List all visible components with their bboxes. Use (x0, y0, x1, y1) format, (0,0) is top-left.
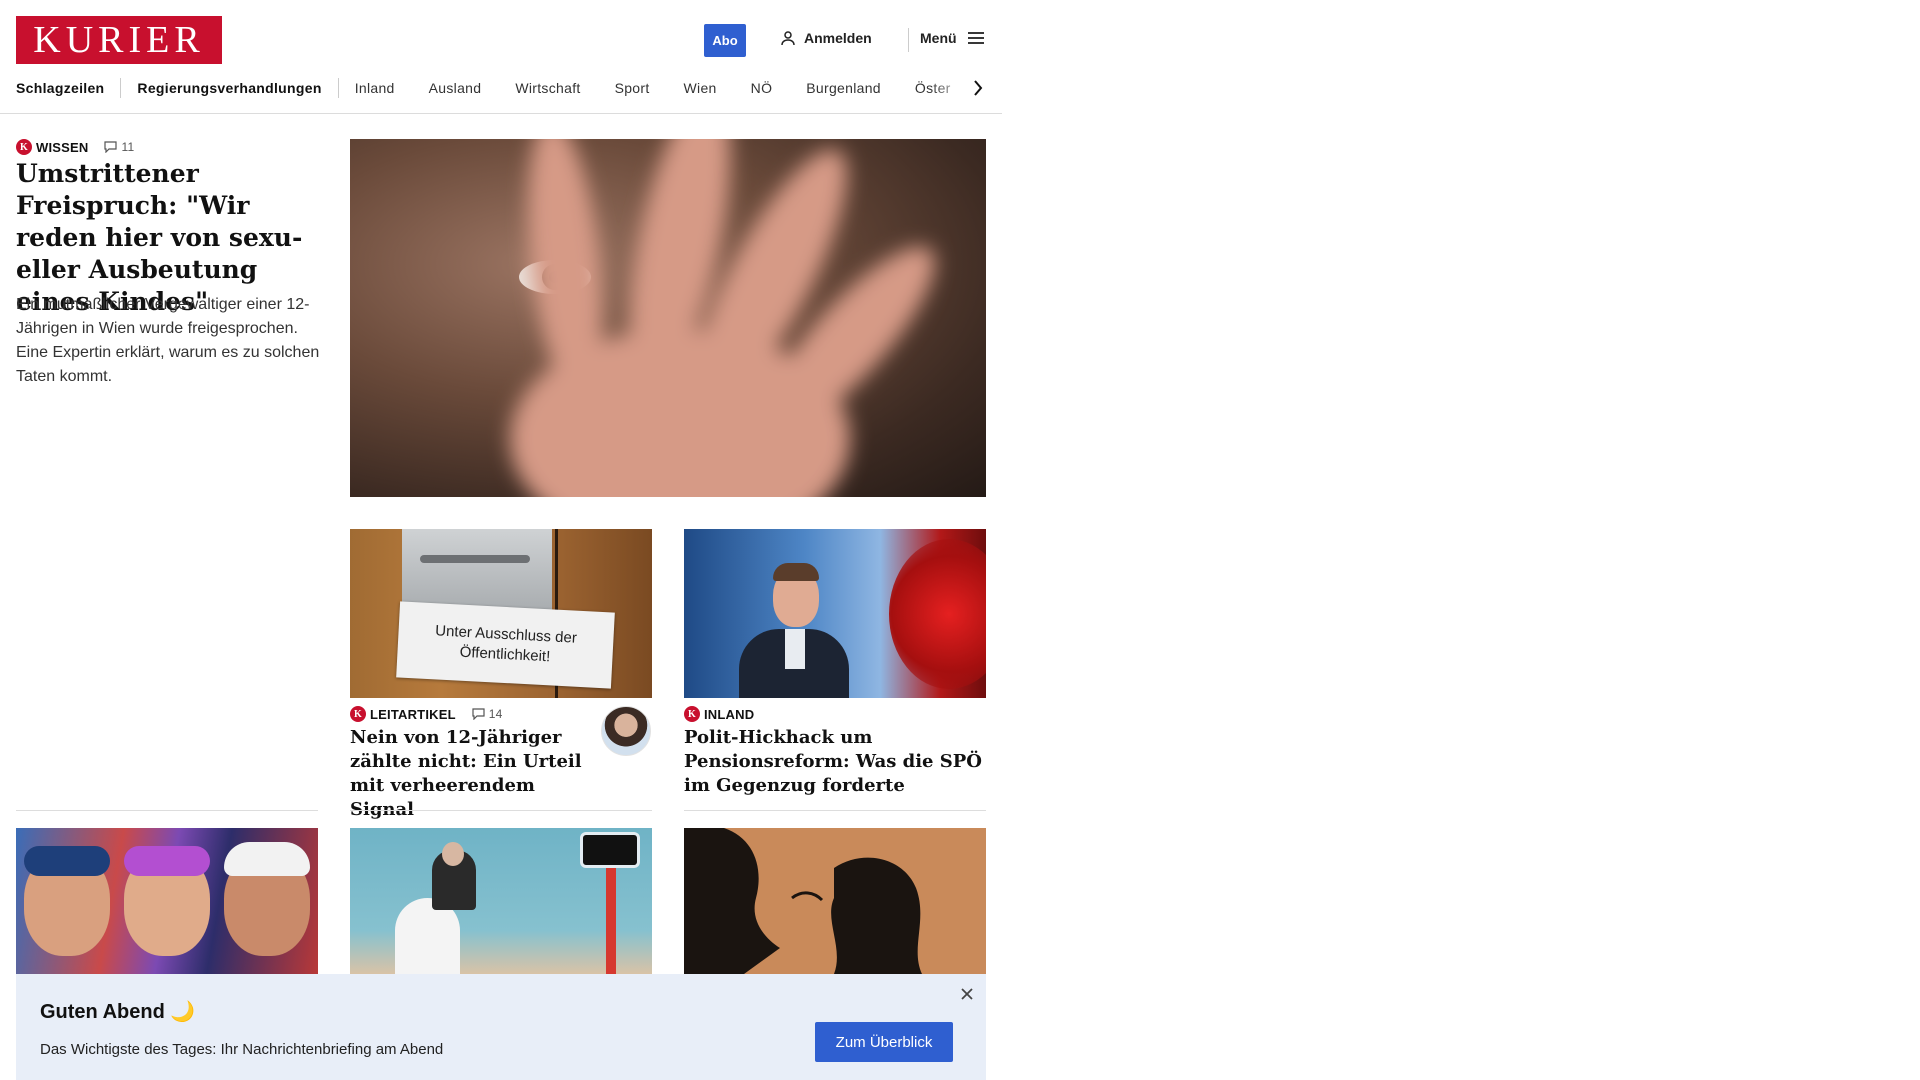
overview-button[interactable]: Zum Überblick (815, 1022, 953, 1062)
site-header: KURIER Abo Anmelden Menü Schlagzeilen Re… (0, 0, 1002, 114)
nav-item-sport[interactable]: Sport (615, 80, 650, 96)
lead-image[interactable] (350, 139, 986, 497)
racer-goggles (124, 846, 210, 876)
menu-label: Menü (920, 30, 957, 46)
nav-item-regierungsverhandlungen[interactable]: Regierungsverhandlungen (137, 80, 321, 96)
nav-item-noe[interactable]: NÖ (751, 80, 773, 96)
inland-image[interactable] (684, 529, 986, 698)
close-icon (961, 988, 973, 1000)
lead-comment-count: 11 (121, 140, 135, 154)
teaser2-headline[interactable]: Polit-Hickhack um Pensionsre­form: Was d… (684, 726, 984, 798)
lead-category-label: WISSEN (36, 139, 89, 155)
nav-divider (337, 78, 339, 98)
banner-title: Guten Abend 🌙 (40, 1001, 196, 1023)
kurier-plus-badge: K (16, 139, 32, 155)
kurier-logo[interactable]: KURIER (16, 16, 222, 64)
kurier-plus-badge: K (684, 706, 700, 722)
comment-icon (472, 708, 485, 720)
nav-item-ausland[interactable]: Ausland (429, 80, 482, 96)
door-handle (420, 555, 530, 563)
nav-divider (120, 78, 122, 98)
chevron-right-icon (974, 80, 983, 96)
user-icon (781, 31, 795, 46)
kurier-plus-badge: K (350, 706, 366, 722)
couple-illustration-image[interactable] (684, 828, 986, 974)
section-nav: Schlagzeilen Regierungsverhandlungen Inl… (16, 78, 986, 98)
courtroom-sign: Unter Ausschluss der Öffentlichkeit! (396, 601, 615, 689)
menu-button[interactable]: Menü (920, 30, 985, 46)
banner-close-button[interactable] (957, 984, 977, 1004)
teaser1-category-label: LEITARTIKEL (370, 706, 456, 722)
nav-next-button[interactable] (968, 76, 988, 100)
teaser1-comments[interactable]: 14 (472, 707, 503, 721)
racer-goggles (24, 846, 110, 876)
speaker-head (442, 842, 464, 866)
divider (350, 810, 652, 811)
nav-item-wirtschaft[interactable]: Wirtschaft (515, 80, 580, 96)
nav-item-burgenland[interactable]: Burgenland (806, 80, 881, 96)
lead-teaser[interactable]: Ein mutmaßlicher Vergewaltiger einer 12-… (16, 293, 321, 389)
politician-photo (739, 559, 849, 698)
divider (16, 810, 318, 811)
phone-tripod (606, 868, 616, 974)
phone-screen (580, 832, 640, 868)
teaser1-headline[interactable]: Nein von 12-Jähriger zählte nicht: Ein U… (350, 726, 590, 822)
couple-silhouette (684, 828, 922, 974)
login-button[interactable]: Anmelden (780, 30, 872, 46)
hamburger-icon (967, 32, 984, 44)
header-divider (908, 28, 909, 52)
teaser2-category[interactable]: K INLAND (684, 706, 754, 722)
hand-photo (510, 139, 935, 497)
login-label: Anmelden (804, 30, 872, 46)
racer-helmet (224, 842, 310, 876)
teaser2-category-label: INLAND (704, 706, 755, 722)
abo-button[interactable]: Abo (704, 24, 746, 57)
red-blur (889, 539, 986, 689)
nav-item-schlagzeilen[interactable]: Schlagzeilen (16, 80, 104, 96)
nav-item-wien[interactable]: Wien (684, 80, 717, 96)
comment-icon (104, 141, 118, 153)
evening-briefing-banner: Guten Abend 🌙 Das Wichtigste des Tages: … (16, 974, 986, 1080)
lead-category[interactable]: K WISSEN 11 (16, 139, 134, 155)
teaser1-comment-count: 14 (488, 707, 503, 721)
press-conference-image[interactable] (350, 828, 652, 974)
banner-text: Das Wichtigste des Tages: Ihr Nachrichte… (40, 1041, 444, 1058)
ski-racers-image[interactable] (16, 828, 318, 974)
divider (684, 810, 986, 811)
teaser1-category[interactable]: K LEITARTIKEL 14 (350, 706, 502, 722)
leitartikel-image[interactable]: Unter Ausschluss der Öffentlichkeit! (350, 529, 652, 698)
nav-item-inland[interactable]: Inland (355, 80, 395, 96)
author-avatar[interactable] (601, 706, 651, 756)
lead-comments[interactable]: 11 (104, 140, 134, 154)
